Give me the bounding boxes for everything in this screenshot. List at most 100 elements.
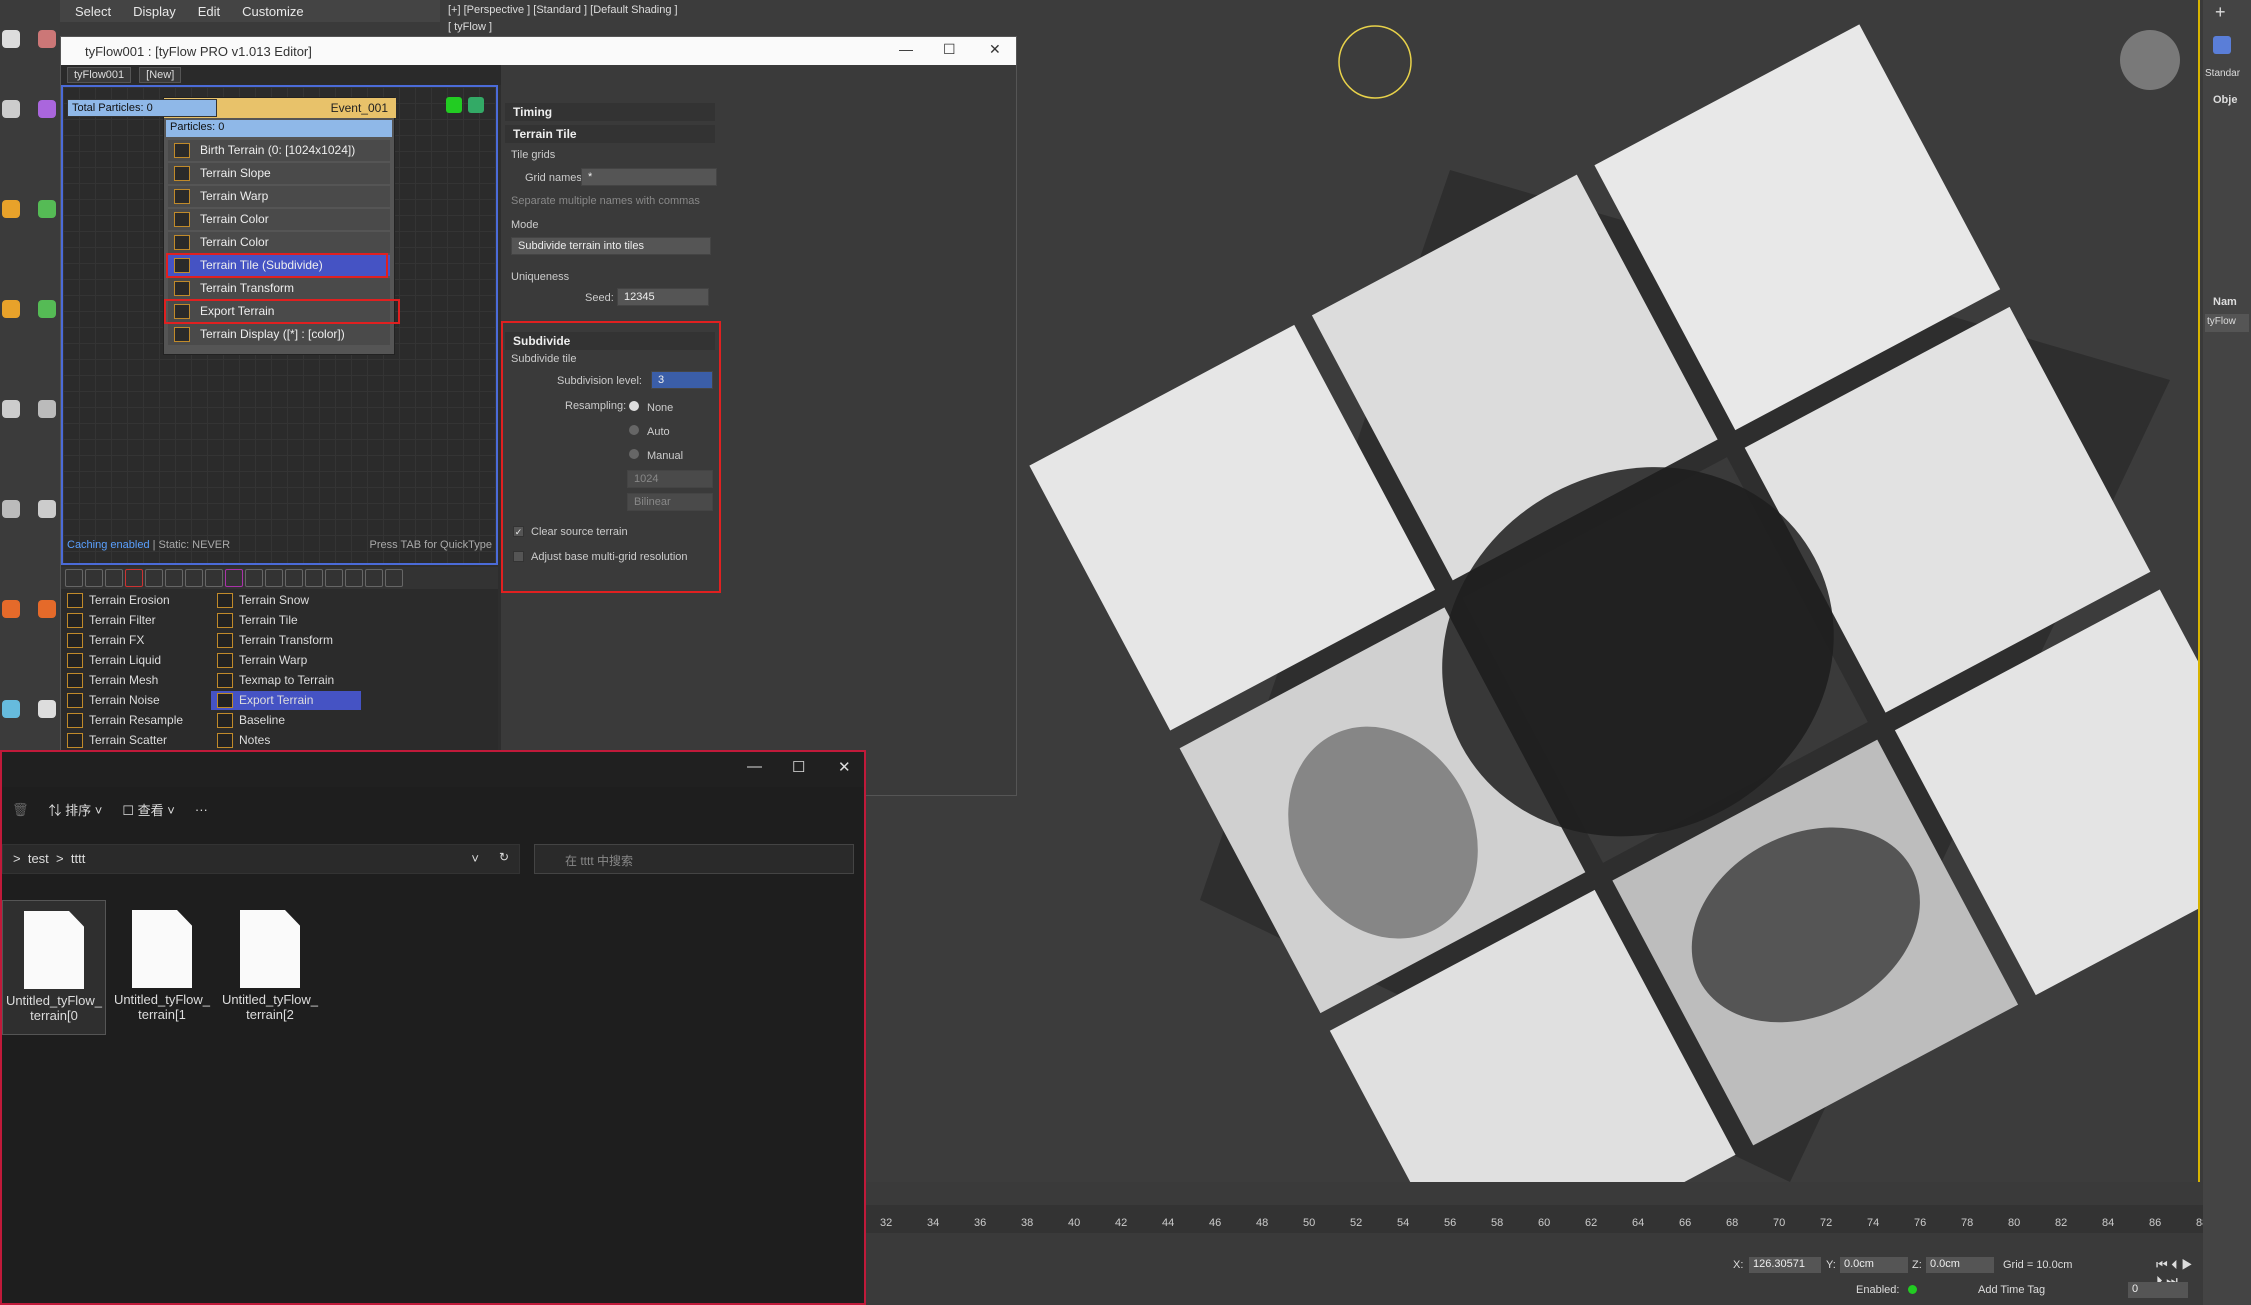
tool-icon[interactable] [2, 200, 20, 218]
tool-icon[interactable] [38, 400, 56, 418]
file-item[interactable]: Untitled_tyFlow_ terrain[0 [2, 900, 106, 1035]
toolbar-icon[interactable] [185, 569, 203, 587]
toolbar-icon[interactable] [365, 569, 383, 587]
event-node[interactable]: Event_001 Particles: 0 Birth Terrain (0:… [163, 97, 400, 355]
tool-icon[interactable] [38, 200, 56, 218]
list-item[interactable]: Terrain Filter [61, 611, 211, 630]
toolbar-icon[interactable] [165, 569, 183, 587]
tool-icon[interactable] [38, 30, 56, 48]
menu-select[interactable]: Select [75, 4, 111, 19]
close-icon[interactable]: ✕ [989, 41, 1001, 58]
standard-dropdown[interactable]: Standar [2205, 68, 2240, 79]
section-terrain-tile[interactable]: Terrain Tile [505, 125, 715, 143]
list-item[interactable]: Terrain Noise [61, 691, 211, 710]
list-item[interactable]: Terrain Scatter [61, 731, 211, 750]
name-label[interactable]: Nam [2213, 296, 2237, 308]
minimize-icon[interactable]: — [747, 758, 762, 775]
toolbar-icon[interactable] [305, 569, 323, 587]
mode-dropdown[interactable]: Subdivide terrain into tiles [511, 237, 711, 255]
tool-icon[interactable] [2, 300, 20, 318]
list-item[interactable]: Texmap to Terrain [211, 671, 361, 690]
toolbar-icon[interactable] [265, 569, 283, 587]
flow-graph[interactable]: Event_001 Particles: 0 Birth Terrain (0:… [61, 85, 498, 565]
viewport-label-line1[interactable]: [+] [Perspective ] [Standard ] [Default … [448, 2, 678, 19]
tool-icon[interactable] [38, 500, 56, 518]
tool-icon[interactable] [2, 100, 20, 118]
z-coord-field[interactable]: 0.0cm [1926, 1257, 1994, 1273]
tool-icon[interactable] [2, 600, 20, 618]
sort-button[interactable]: ⇅ 排序 ˅ [49, 800, 103, 819]
toolbar-icon[interactable] [325, 569, 343, 587]
viewport-label[interactable]: [+] [Perspective ] [Standard ] [Default … [448, 2, 678, 36]
operator-terrain-color-2[interactable]: Terrain Color [168, 232, 390, 253]
frame-field[interactable]: 0 [2128, 1282, 2188, 1298]
more-button[interactable]: ··· [195, 802, 208, 817]
grid-names-field[interactable]: * [581, 168, 717, 186]
toolbar-icon[interactable] [145, 569, 163, 587]
file-item[interactable]: Untitled_tyFlow_ terrain[2 [218, 900, 322, 1035]
toolbar-icon[interactable] [285, 569, 303, 587]
create-icon[interactable] [2213, 36, 2231, 54]
y-coord-field[interactable]: 0.0cm [1840, 1257, 1908, 1273]
list-item[interactable]: Terrain Transform [211, 631, 361, 650]
operator-terrain-slope[interactable]: Terrain Slope [168, 163, 390, 184]
add-time-tag[interactable]: Add Time Tag [1978, 1284, 2045, 1296]
tool-icon[interactable] [38, 600, 56, 618]
list-item[interactable]: Notes [211, 731, 361, 750]
list-item[interactable]: Terrain Tile [211, 611, 361, 630]
address-bar[interactable]: > test > tttt ˅ [2, 844, 520, 874]
list-item[interactable]: Terrain Erosion [61, 591, 211, 610]
toolbar-icon[interactable] [385, 569, 403, 587]
tool-icon[interactable] [2, 30, 20, 48]
delete-icon[interactable]: 🗑 [12, 802, 29, 818]
editor-titlebar[interactable]: tyFlow001 : [tyFlow PRO v1.013 Editor] —… [61, 37, 1016, 65]
tool-icon[interactable] [2, 700, 20, 718]
section-timing[interactable]: Timing [505, 103, 715, 121]
list-item[interactable]: Terrain Warp [211, 651, 361, 670]
list-item[interactable]: Terrain Resample [61, 711, 211, 730]
toolbar-icon[interactable] [105, 569, 123, 587]
tab-new[interactable]: [New] [139, 67, 182, 83]
toolbar-icon[interactable] [85, 569, 103, 587]
list-item[interactable]: Terrain Liquid [61, 651, 211, 670]
tool-icon[interactable] [38, 300, 56, 318]
seed-field[interactable]: 12345 [617, 288, 709, 306]
chevron-down-icon[interactable]: ˅ [471, 851, 479, 866]
x-coord-field[interactable]: 126.30571 [1749, 1257, 1821, 1273]
explorer-titlebar[interactable]: — ☐ ✕ [2, 752, 864, 787]
object-type-label[interactable]: Obje [2213, 94, 2237, 106]
menu-display[interactable]: Display [133, 4, 176, 19]
operator-terrain-warp[interactable]: Terrain Warp [168, 186, 390, 207]
toolbar-icon[interactable] [225, 569, 243, 587]
enable-icon[interactable] [446, 97, 462, 113]
menu-customize[interactable]: Customize [242, 4, 303, 19]
minimize-icon[interactable]: — [899, 41, 913, 57]
viewport-label-line2[interactable]: [ tyFlow ] [448, 19, 678, 36]
list-item[interactable]: Terrain Mesh [61, 671, 211, 690]
maximize-icon[interactable]: ☐ [943, 41, 956, 58]
search-input[interactable]: 在 tttt 中搜索 [534, 844, 854, 874]
file-item[interactable]: Untitled_tyFlow_ terrain[1 [110, 900, 214, 1035]
close-icon[interactable]: ✕ [838, 758, 851, 776]
plus-icon[interactable]: + [2215, 2, 2226, 23]
tool-icon[interactable] [38, 100, 56, 118]
operator-birth-terrain[interactable]: Birth Terrain (0: [1024x1024]) [168, 140, 390, 161]
tab-tyflow001[interactable]: tyFlow001 [67, 67, 132, 83]
menu-edit[interactable]: Edit [198, 4, 220, 19]
breadcrumb-tttt[interactable]: tttt [71, 851, 85, 866]
refresh-icon[interactable]: ↻ [499, 850, 509, 864]
object-name-field[interactable]: tyFlow [2205, 314, 2249, 332]
operator-terrain-display[interactable]: Terrain Display ([*] : [color]) [168, 324, 390, 345]
toolbar-icon[interactable] [125, 569, 143, 587]
tool-icon[interactable] [38, 700, 56, 718]
view-button[interactable]: ☐ 查看 ˅ [122, 800, 175, 819]
toolbar-icon[interactable] [345, 569, 363, 587]
toolbar-icon[interactable] [65, 569, 83, 587]
enabled-indicator-icon[interactable] [1908, 1285, 1917, 1294]
breadcrumb-test[interactable]: test [28, 851, 49, 866]
refresh-icon[interactable] [468, 97, 484, 113]
list-item[interactable]: Terrain FX [61, 631, 211, 650]
timeline-ruler[interactable]: 32 34 36 38 40 42 44 46 48 50 52 54 56 58 60 62 64 66 68 70… [866, 1205, 2208, 1233]
tool-icon[interactable] [2, 500, 20, 518]
operator-terrain-transform[interactable]: Terrain Transform [168, 278, 390, 299]
